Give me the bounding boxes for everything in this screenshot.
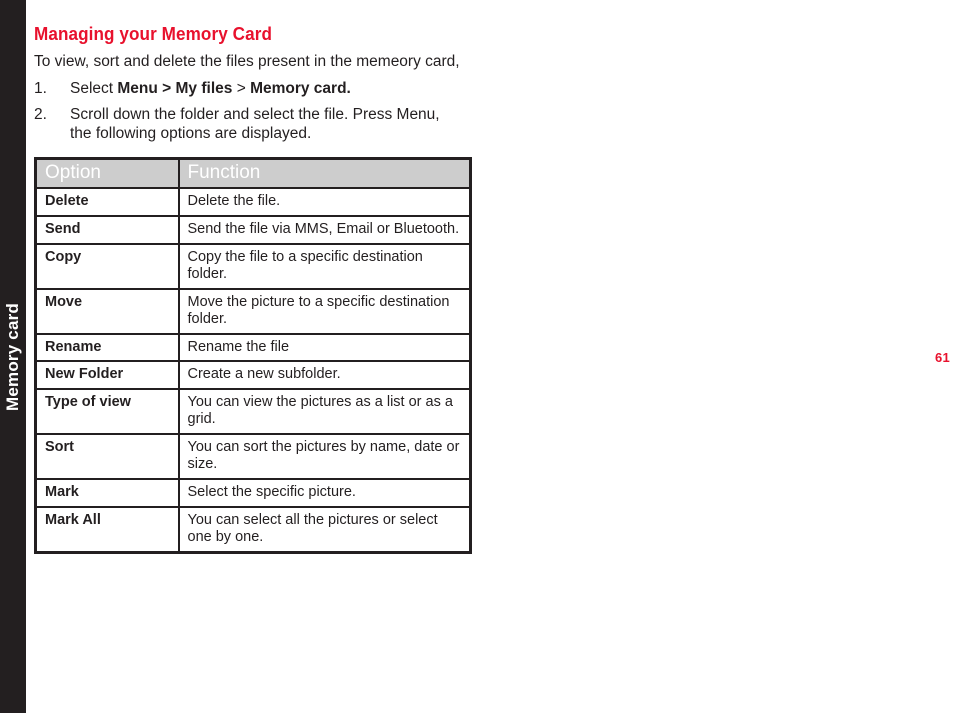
options-table: Option Function Delete Delete the file. Se… <box>34 156 472 555</box>
step-text: Scroll down the folder and select the fi… <box>70 106 460 143</box>
cell-option: Type of view <box>34 388 180 436</box>
cell-option: Sort <box>34 433 180 481</box>
step-text-emphasis: Memory card. <box>250 79 351 97</box>
cell-function: Send the file via MMS, Email or Bluetoot… <box>177 214 472 245</box>
cell-function: Copy the file to a specific destination … <box>177 242 472 290</box>
table-row: Send Send the file via MMS, Email or Blue… <box>34 214 472 245</box>
step-text-prefix: Scroll down the folder and select the fi… <box>70 106 440 142</box>
table-header-row: Option Function <box>34 157 472 189</box>
step-text-separator: > <box>232 79 251 97</box>
cell-option: Copy <box>34 242 180 290</box>
cell-function: Move the picture to a specific destinati… <box>177 287 472 335</box>
table-body: Delete Delete the file. Send Send the file … <box>34 186 472 554</box>
cell-option: Send <box>34 214 180 245</box>
chapter-tab-label: Memory card <box>3 302 22 411</box>
table-row: Delete Delete the file. <box>34 186 472 217</box>
cell-option: Mark All <box>34 506 180 554</box>
table-head: Option Function <box>34 157 472 189</box>
table-row: Copy Copy the file to a specific destinat… <box>34 242 472 290</box>
steps-list: 1. Select Menu > My files > Memory card. 2… <box>34 80 504 143</box>
step-item: 1. Select Menu > My files > Memory card. <box>34 80 504 98</box>
cell-option: Move <box>34 287 180 335</box>
step-text-prefix: Select <box>70 79 118 97</box>
table-row: Sort You can sort the pictures by name, d… <box>34 433 472 481</box>
step-number: 1. <box>34 79 47 97</box>
cell-function: Select the specific picture. <box>177 478 472 509</box>
step-text-emphasis: Menu > My files <box>117 79 233 97</box>
intro-paragraph: To view, sort and delete the files prese… <box>34 52 460 70</box>
cell-function: You can select all the pictures or selec… <box>177 506 472 554</box>
column-header-function: Function <box>177 157 472 189</box>
cell-option: New Folder <box>34 360 180 391</box>
step-item: 2. Scroll down the folder and select the … <box>34 106 504 143</box>
page-title: Managing your Memory Card <box>34 24 273 44</box>
table-row: Type of view You can view the pictures as… <box>34 388 472 436</box>
cell-function: Create a new subfolder. <box>177 360 472 391</box>
table-row: New Folder Create a new subfolder. <box>34 360 472 391</box>
cell-function: Delete the file. <box>177 186 472 217</box>
column-header-option: Option <box>34 157 180 189</box>
page-content: Managing your Memory Card To view, sort … <box>34 24 504 555</box>
table-row: Rename Rename the file <box>34 332 472 363</box>
table-row: Move Move the picture to a specific desti… <box>34 287 472 335</box>
step-number: 2. <box>34 106 47 124</box>
step-text: Select Menu > My files > Memory card. <box>70 80 460 98</box>
cell-function: You can view the pictures as a list or a… <box>177 388 472 436</box>
page-number: 61 <box>934 350 950 365</box>
cell-function: You can sort the pictures by name, date … <box>177 433 472 481</box>
cell-option: Rename <box>34 332 180 363</box>
cell-option: Mark <box>34 478 180 509</box>
cell-option: Delete <box>34 186 180 217</box>
cell-function: Rename the file <box>177 332 472 363</box>
table-row: Mark Select the specific picture. <box>34 478 472 509</box>
chapter-tab: Memory card <box>0 0 26 713</box>
table-row: Mark All You can select all the pictures … <box>34 506 472 554</box>
